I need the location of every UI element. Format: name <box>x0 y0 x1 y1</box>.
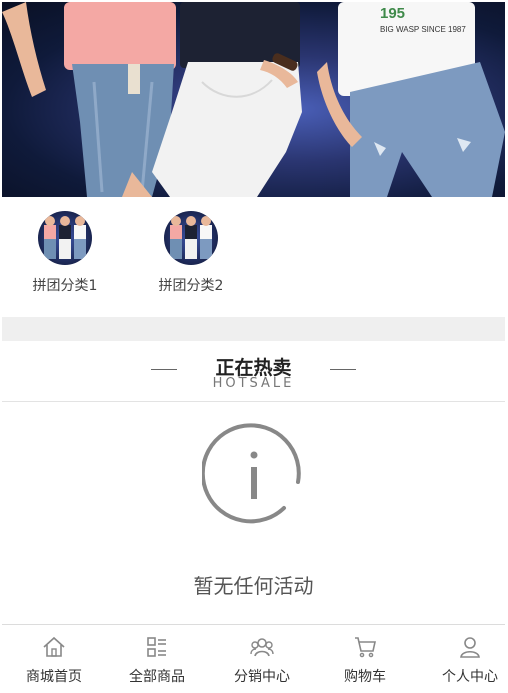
nav-label: 分销中心 <box>234 669 290 685</box>
pink-shirt <box>64 2 176 70</box>
nav-label: 个人中心 <box>442 669 498 685</box>
bottom-nav: 商城首页 全部商品 分销中心 购物车 个人中心 <box>2 624 505 691</box>
left-arm <box>2 2 46 97</box>
info-icon <box>200 422 306 530</box>
category-item-2[interactable]: 拼团分类2 <box>146 211 236 295</box>
tee-text: BIG WASP SINCE 1987 <box>380 25 466 34</box>
home-icon <box>43 636 65 657</box>
cart-icon <box>355 637 376 658</box>
grid-list-icon <box>147 637 166 657</box>
category-row: 拼团分类1 拼团分类2 <box>2 197 505 317</box>
user-icon <box>460 637 480 658</box>
category-thumbnail <box>164 211 218 265</box>
nav-item-profile[interactable]: 个人中心 <box>420 625 505 691</box>
nav-item-home[interactable]: 商城首页 <box>4 625 104 691</box>
nav-label: 购物车 <box>344 669 386 685</box>
empty-message: 暂无任何活动 <box>193 574 314 598</box>
nav-label: 商城首页 <box>26 669 82 685</box>
banner-illustration: 195 BIG WASP SINCE 1987 <box>2 2 505 197</box>
nav-label: 全部商品 <box>129 669 185 685</box>
section-subtitle: HOTSALE <box>212 376 295 391</box>
nav-item-distribution[interactable]: 分销中心 <box>212 625 312 691</box>
category-label: 拼团分类2 <box>158 278 224 294</box>
tee-logo: 195 <box>380 5 405 22</box>
category-item-1[interactable]: 拼团分类1 <box>20 211 110 295</box>
app-frame: 195 BIG WASP SINCE 1987 拼团分类1 拼团分类2 正在热卖… <box>2 2 505 691</box>
white-pants <box>152 62 302 197</box>
hero-banner[interactable]: 195 BIG WASP SINCE 1987 <box>2 2 505 197</box>
group-icon <box>250 638 274 657</box>
hotsale-section-header: 正在热卖 HOTSALE <box>2 341 505 402</box>
category-label: 拼团分类1 <box>32 278 98 294</box>
nav-item-cart[interactable]: 购物车 <box>315 625 415 691</box>
category-thumbnail <box>38 211 92 265</box>
nav-item-all-products[interactable]: 全部商品 <box>107 625 207 691</box>
section-divider <box>2 317 505 341</box>
